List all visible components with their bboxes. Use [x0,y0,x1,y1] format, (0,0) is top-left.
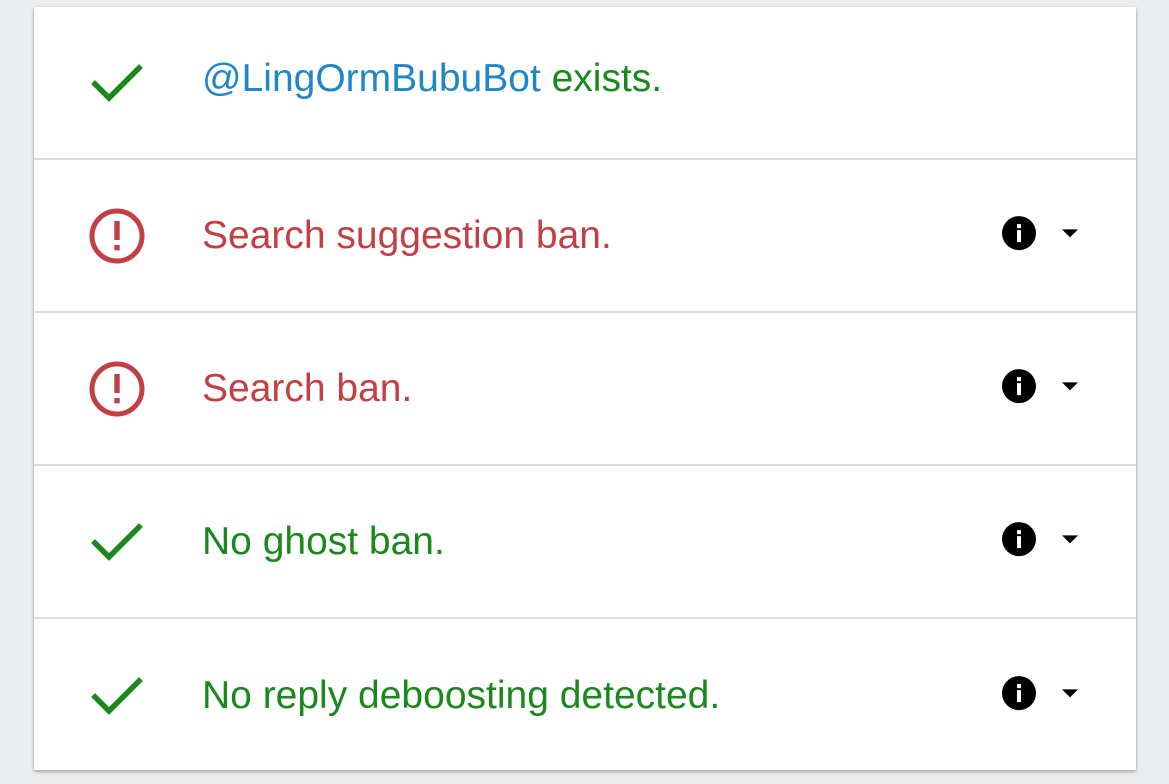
result-text: No ghost ban. [202,519,445,563]
chevron-down-icon[interactable] [1060,379,1080,391]
alert-circle-icon [88,360,146,418]
account-handle-link[interactable]: @LingOrmBubuBot [202,57,541,100]
result-text: No reply deboosting detected. [202,673,721,717]
info-icon[interactable] [1001,521,1037,557]
result-row-ghost-ban: No ghost ban. [34,466,1136,619]
info-icon[interactable] [1001,368,1037,404]
result-row-reply-deboosting: No reply deboosting detected. [34,619,1136,772]
info-icon[interactable] [1001,215,1037,251]
alert-circle-icon [88,207,146,265]
result-text: Search suggestion ban. [202,213,612,257]
chevron-down-icon[interactable] [1060,226,1080,238]
chevron-down-icon[interactable] [1060,532,1080,544]
results-card: @LingOrmBubuBot exists. Search suggestio… [34,7,1136,770]
check-icon [88,54,146,112]
chevron-down-icon[interactable] [1060,686,1080,698]
result-text: @LingOrmBubuBot exists. [202,57,663,101]
info-icon[interactable] [1001,675,1037,711]
check-icon [88,667,146,725]
result-text: Search ban. [202,366,413,410]
result-row-exists: @LingOrmBubuBot exists. [34,7,1136,160]
result-row-search-suggestion-ban: Search suggestion ban. [34,160,1136,313]
check-icon [88,513,146,571]
result-row-search-ban: Search ban. [34,313,1136,466]
